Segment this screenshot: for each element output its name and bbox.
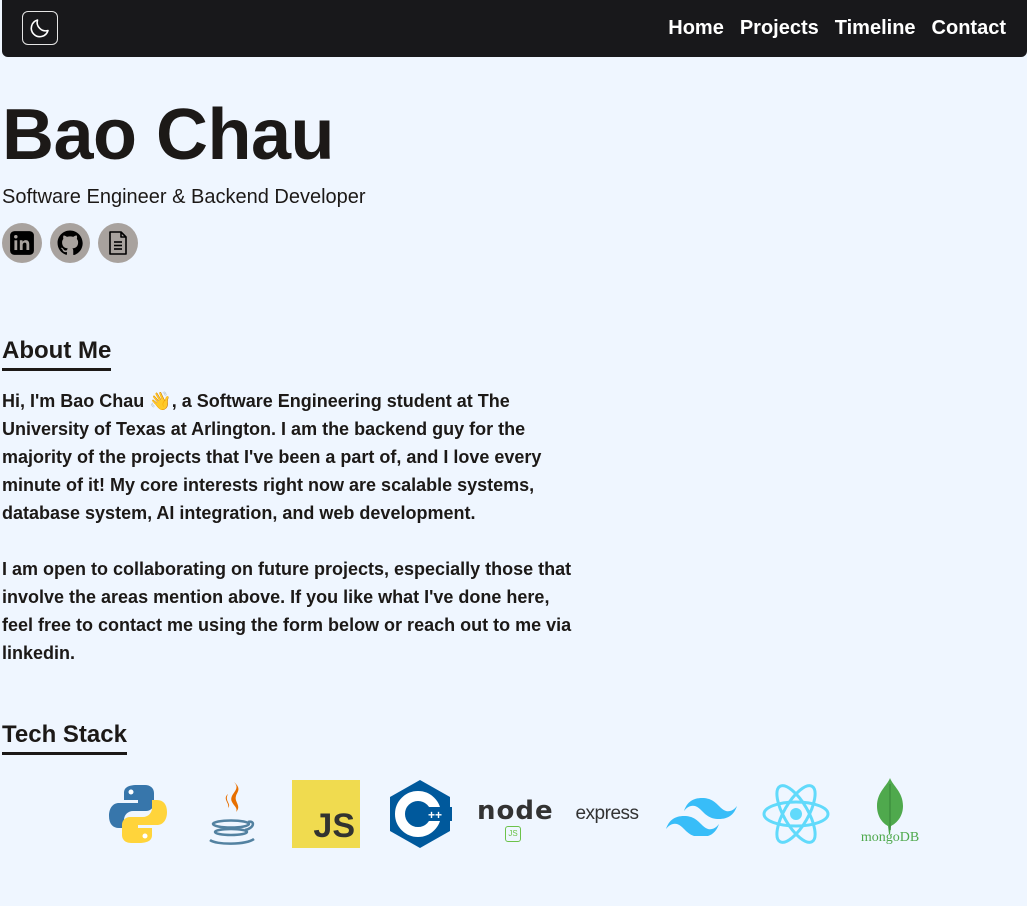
theme-toggle-button[interactable]: [22, 11, 58, 45]
heading-underline: [2, 752, 127, 755]
nav-timeline-link[interactable]: Timeline: [835, 17, 916, 40]
moon-icon: [30, 19, 49, 38]
tailwind-logo: [665, 776, 739, 852]
javascript-logo-text: JS: [313, 807, 355, 845]
navbar: Home Projects Timeline Contact: [2, 0, 1027, 57]
react-logo: [759, 776, 833, 852]
express-logo-text: express: [575, 803, 639, 824]
social-links: [2, 223, 138, 263]
tech-heading: Tech Stack: [2, 720, 127, 755]
hero-name: Bao Chau: [2, 95, 335, 175]
nav-contact-link[interactable]: Contact: [932, 17, 1006, 40]
about-heading: About Me: [2, 336, 112, 371]
hero-subtitle: Software Engineer & Backend Developer: [2, 186, 366, 208]
heading-underline: [2, 368, 112, 371]
nodejs-logo: node JS: [477, 776, 554, 852]
about-paragraph-1: Hi, I'm Bao Chau 👋, a Software Engineeri…: [2, 391, 542, 523]
java-logo: [203, 776, 261, 852]
github-icon: [57, 230, 83, 256]
express-logo: express: [571, 776, 643, 852]
about-paragraph-2: I am open to collaborating on future pro…: [2, 559, 572, 663]
nav-home-link[interactable]: Home: [668, 17, 724, 40]
about-heading-text: About Me: [2, 337, 112, 364]
tech-stack-logos: JS ++ node JS express mongoDB: [105, 776, 935, 852]
svg-text:++: ++: [428, 808, 442, 822]
resume-document-icon: [109, 231, 127, 255]
linkedin-icon: [10, 231, 34, 255]
about-text: Hi, I'm Bao Chau 👋, a Software Engineeri…: [2, 387, 582, 667]
mongodb-logo-text: mongoDB: [860, 830, 920, 845]
nav-links: Home Projects Timeline Contact: [668, 0, 1006, 57]
github-button[interactable]: [50, 223, 90, 263]
nav-projects-link[interactable]: Projects: [740, 17, 819, 40]
linkedin-button[interactable]: [2, 223, 42, 263]
nodejs-logo-sub: JS: [505, 826, 521, 842]
javascript-logo: JS: [291, 776, 361, 852]
nodejs-logo-text: node: [477, 796, 554, 826]
tech-heading-text: Tech Stack: [2, 721, 127, 748]
python-logo: [105, 776, 171, 852]
resume-button[interactable]: [98, 223, 138, 263]
cplusplus-logo: ++: [387, 776, 453, 852]
mongodb-logo: mongoDB: [853, 776, 927, 852]
